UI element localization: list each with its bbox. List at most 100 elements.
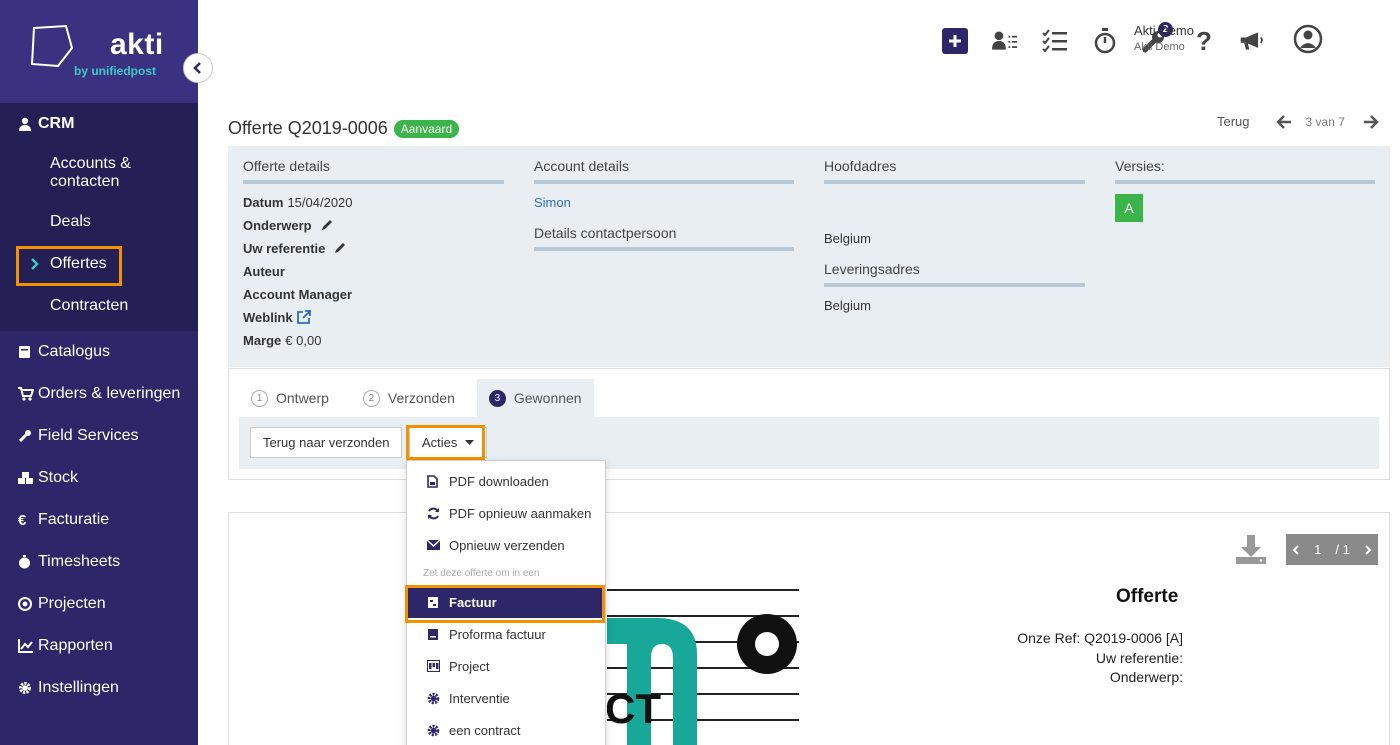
user-company: Akti Demo <box>1134 41 1185 53</box>
chevron-left-icon <box>193 62 201 74</box>
sidebar-item-facturatie[interactable]: € Facturatie <box>0 499 198 541</box>
document-subject-line: Onderwerp: <box>1109 669 1183 685</box>
workflow-tabs: 1 Ontwerp 2 Verzonden 3 Gewonnen <box>239 379 604 417</box>
sidebar-item-label: Orders & leveringen <box>38 385 181 402</box>
menu-item-project[interactable]: Project <box>407 650 605 682</box>
account-details-heading: Account details <box>534 158 794 184</box>
sidebar-item-stock[interactable]: Stock <box>0 457 198 499</box>
contacts-button[interactable] <box>992 28 1018 54</box>
announcements-button[interactable] <box>1239 28 1265 54</box>
target-icon <box>18 597 38 611</box>
sidebar-item-label: Deals <box>50 213 91 230</box>
user-circle-icon <box>1293 24 1323 54</box>
brand-name: akti <box>110 28 164 61</box>
checklist-icon <box>1042 29 1067 53</box>
tab-ontwerp[interactable]: 1 Ontwerp <box>239 379 341 417</box>
sidebar-item-accounts[interactable]: Accounts & contacten <box>0 145 198 201</box>
levering-heading: Leveringsadres <box>824 261 1085 287</box>
user-avatar[interactable] <box>1293 24 1323 54</box>
document-preview: 1 / 1 CT Offerte Onze Ref: Q2019-0006 [A… <box>228 512 1390 745</box>
help-button[interactable]: ? <box>1191 26 1217 56</box>
tab-verzonden[interactable]: 2 Verzonden <box>351 379 467 417</box>
versions-column: Versies: A <box>1115 158 1375 222</box>
tasks-button[interactable] <box>1042 28 1068 54</box>
step-number: 1 <box>251 389 268 407</box>
timer-button[interactable] <box>1092 28 1118 54</box>
sidebar-collapse-button[interactable] <box>183 53 213 83</box>
version-a-button[interactable]: A <box>1115 194 1143 222</box>
sidebar-item-label: Projecten <box>38 595 106 612</box>
menu-item-pdf-regenerate[interactable]: PDF opnieuw aanmaken <box>407 497 605 529</box>
details-panel: Offerte details Datum 15/04/2020 Onderwer… <box>228 146 1390 367</box>
step-number: 3 <box>488 389 506 407</box>
menu-item-factuur[interactable]: Factuur <box>407 586 605 618</box>
chevron-left-icon[interactable] <box>1292 544 1300 555</box>
stopwatch-icon <box>1094 28 1116 54</box>
menu-item-resend[interactable]: Opnieuw verzenden <box>407 529 605 561</box>
pencil-icon[interactable] <box>333 241 347 255</box>
account-link[interactable]: Simon <box>534 195 571 210</box>
pdf-pager: 1 / 1 <box>1286 534 1378 565</box>
chart-icon <box>18 639 38 653</box>
sidebar-item-crm[interactable]: CRM <box>0 103 198 145</box>
menu-item-contract[interactable]: een contract <box>407 714 605 745</box>
sidebar-item-rapporten[interactable]: Rapporten <box>0 625 198 667</box>
record-pager: Terug 3 van 7 <box>1217 114 1379 129</box>
back-to-sent-button[interactable]: Terug naar verzonden <box>250 427 403 458</box>
download-icon[interactable] <box>1235 535 1267 565</box>
contacts-list-icon <box>992 31 1018 50</box>
plus-icon <box>942 28 968 54</box>
sidebar-item-offertes[interactable]: Offertes <box>0 243 198 285</box>
menu-item-proforma[interactable]: Proforma factuur <box>407 618 605 650</box>
status-badge: Aanvaard <box>393 119 460 138</box>
quote-title: Offerte Q2019-0006 <box>228 118 388 138</box>
sidebar-item-timesheets[interactable]: Timesheets <box>0 541 198 583</box>
sidebar-item-contracten[interactable]: Contracten <box>0 285 198 327</box>
brand-sub: by unifiedpost <box>74 64 156 78</box>
wrench-icon <box>18 429 38 443</box>
step-number: 2 <box>362 389 380 407</box>
sidebar-item-label: Stock <box>38 469 79 486</box>
auteur-row: Auteur <box>243 263 285 279</box>
levering-country: Belgium <box>824 297 871 313</box>
document-uw-ref-line: Uw referentie: <box>1095 650 1183 666</box>
megaphone-icon <box>1240 32 1263 50</box>
address-column: Hoofdadres Belgium Leveringsadres Belgiu… <box>824 158 1085 313</box>
menu-item-pdf-download[interactable]: PDF downloaden <box>407 465 605 497</box>
gear-icon <box>18 681 38 695</box>
pencil-icon[interactable] <box>320 218 334 232</box>
sidebar-item-deals[interactable]: Deals <box>0 201 198 243</box>
sidebar-item-label: Contracten <box>50 297 129 314</box>
tab-gewonnen[interactable]: 3 Gewonnen <box>476 379 594 417</box>
cart-icon <box>18 387 38 401</box>
actions-dropdown-menu: PDF downloaden PDF opnieuw aanmaken Opni… <box>406 460 606 745</box>
sidebar-item-catalogus[interactable]: Catalogus <box>0 331 198 373</box>
tab-label: Gewonnen <box>513 390 582 406</box>
add-button[interactable] <box>942 28 968 54</box>
sidebar-item-label: Offertes <box>50 255 107 272</box>
envelope-icon <box>427 540 449 550</box>
gear-icon <box>427 724 449 737</box>
caret-down-icon <box>465 439 475 445</box>
chevron-right-icon <box>31 258 39 270</box>
hoofdadres-country: Belgium <box>824 230 871 246</box>
sidebar-item-projecten[interactable]: Projecten <box>0 583 198 625</box>
user-name[interactable]: Akti Demo <box>1134 23 1194 38</box>
actions-button[interactable]: Acties <box>409 427 488 458</box>
external-link-icon[interactable] <box>296 310 311 324</box>
app-root: akti by unifiedpost CRM Accounts & conta… <box>0 0 1400 745</box>
document-title: Offerte <box>1116 586 1179 607</box>
sidebar: akti by unifiedpost CRM Accounts & conta… <box>0 0 213 745</box>
offer-details-heading: Offerte details <box>243 158 504 184</box>
back-link[interactable]: Terug <box>1217 114 1250 129</box>
euro-icon: € <box>18 511 27 529</box>
refresh-icon <box>427 507 449 520</box>
chevron-right-icon[interactable] <box>1364 544 1372 555</box>
sidebar-item-field-services[interactable]: Field Services <box>0 415 198 457</box>
menu-item-interventie[interactable]: Interventie <box>407 682 605 714</box>
sidebar-item-orders[interactable]: Orders & leveringen <box>0 373 198 415</box>
sidebar-item-instellingen[interactable]: Instellingen <box>0 667 198 709</box>
arrow-left-icon[interactable] <box>1275 114 1292 129</box>
svg-text:CT: CT <box>607 685 661 732</box>
arrow-right-icon[interactable] <box>1363 114 1379 129</box>
